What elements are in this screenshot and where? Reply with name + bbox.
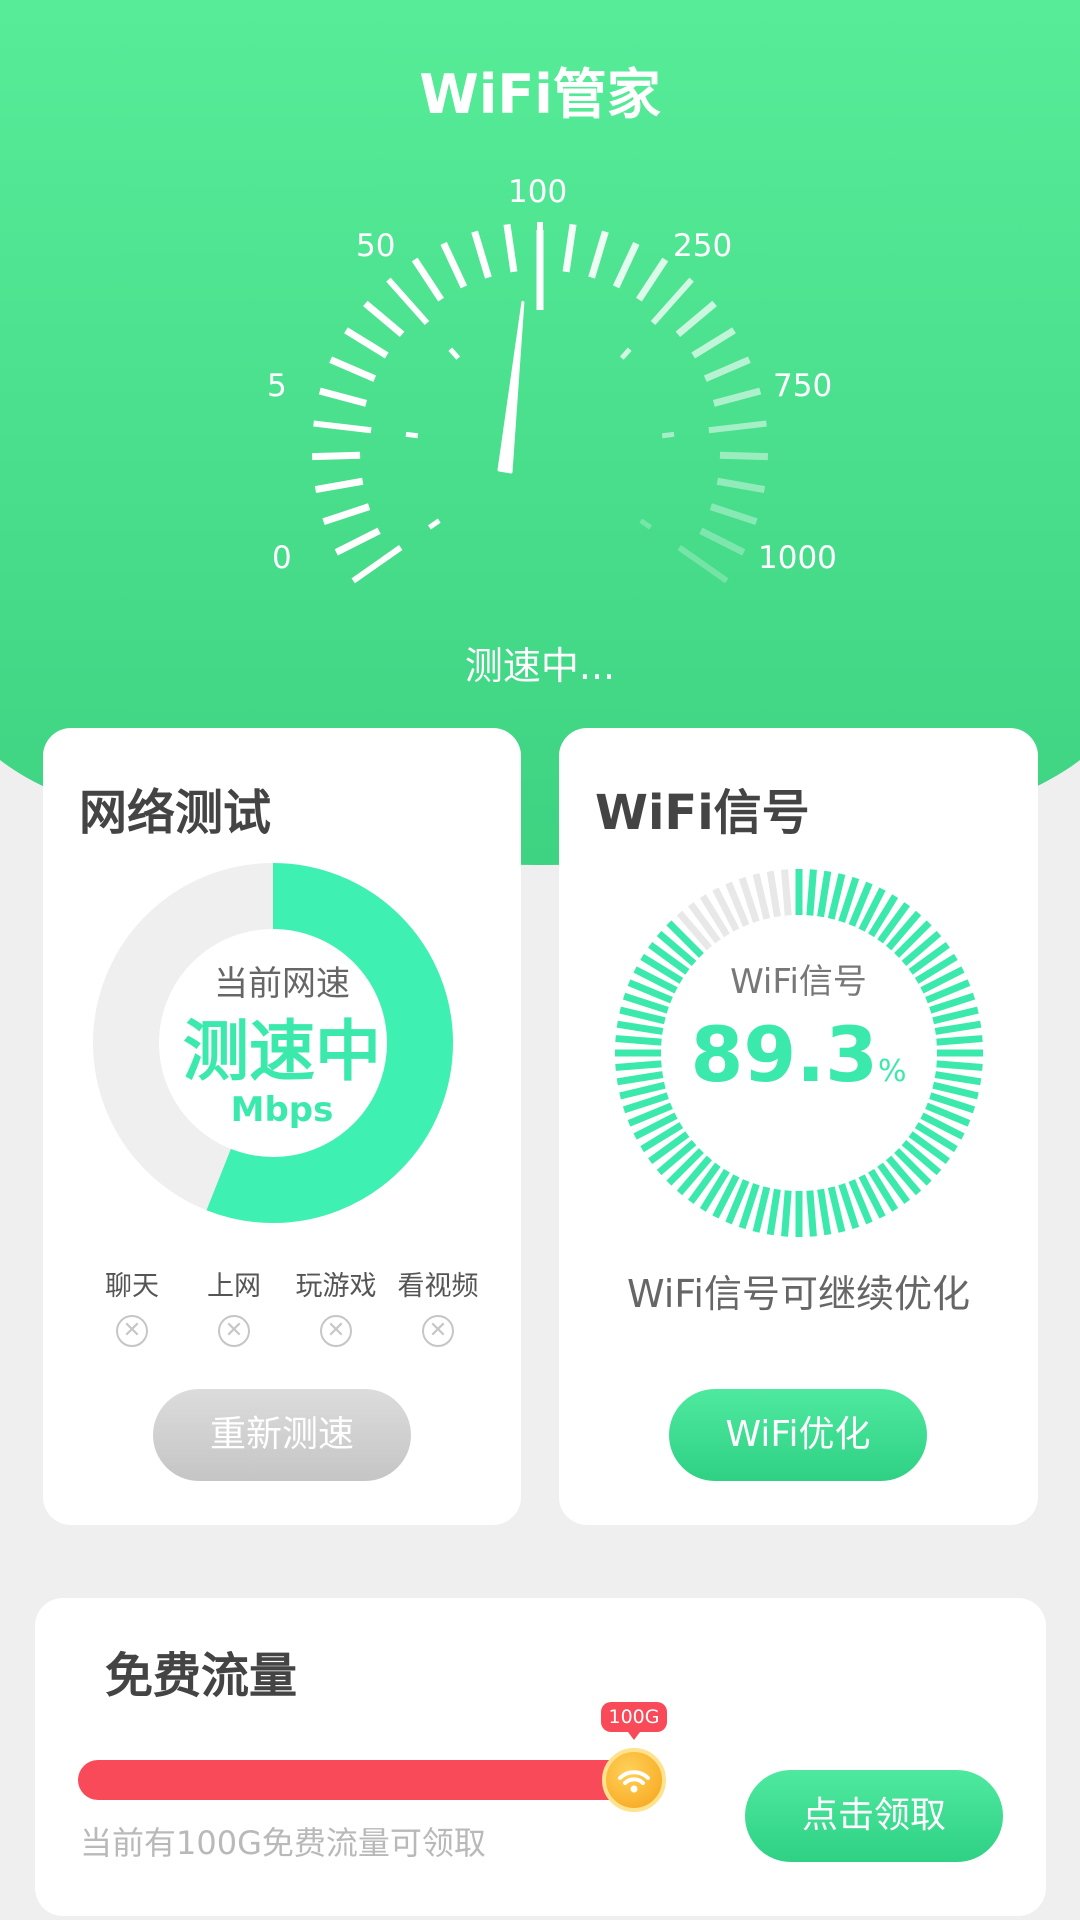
app-item-gaming: 玩游戏 ✕ xyxy=(285,1264,387,1347)
signal-tick-inactive xyxy=(752,873,771,920)
x-circle-icon: ✕ xyxy=(218,1315,250,1347)
dial-minor-mark xyxy=(661,431,675,439)
x-circle-icon: ✕ xyxy=(422,1315,454,1347)
dial-tick xyxy=(699,527,746,556)
signal-unit: % xyxy=(878,1054,907,1089)
dial-minor-mark xyxy=(639,518,653,530)
app-item-browse: 上网 ✕ xyxy=(183,1264,285,1347)
dial-minor-mark xyxy=(405,431,419,439)
signal-value-line: 89.3% xyxy=(559,1010,1038,1099)
signal-value: 89.3 xyxy=(690,1010,878,1099)
speed-needle xyxy=(497,300,525,474)
dial-tick xyxy=(562,223,577,273)
scale-label-50: 50 xyxy=(356,228,396,264)
wifi-signal-title: WiFi信号 xyxy=(595,785,810,841)
network-test-card: 网络测试 当前网速 测速中 Mbps 聊天 ✕ 上网 ✕ 玩游戏 ✕ 看视频 ✕… xyxy=(43,728,521,1525)
x-circle-icon: ✕ xyxy=(320,1315,352,1347)
wifi-knob[interactable] xyxy=(602,1748,666,1812)
app-name: 上网 xyxy=(207,1271,261,1302)
free-traffic-title: 免费流量 xyxy=(105,1648,298,1704)
app-name: 聊天 xyxy=(105,1271,159,1302)
scale-label-750: 750 xyxy=(773,368,833,404)
signal-tick-active xyxy=(817,870,832,918)
signal-tick-inactive xyxy=(766,870,781,918)
dial-minor-mark xyxy=(427,518,441,530)
signal-tick-active xyxy=(781,1190,792,1237)
app-name: 看视频 xyxy=(397,1271,479,1302)
signal-tick-active xyxy=(827,873,846,920)
dial-minor-mark xyxy=(448,347,461,360)
dial-tick xyxy=(440,241,468,289)
retest-button[interactable]: 重新测速 xyxy=(153,1389,411,1481)
dial-tick xyxy=(588,230,609,279)
dial-tick xyxy=(386,277,430,326)
signal-tick-active xyxy=(766,1188,781,1236)
signal-tick-active xyxy=(817,1188,832,1236)
scale-label-100: 100 xyxy=(508,174,568,210)
measuring-status: 测速中... xyxy=(464,644,616,688)
signal-label: WiFi信号 xyxy=(730,962,867,1002)
dial-tick xyxy=(314,477,364,494)
x-circle-icon: ✕ xyxy=(116,1315,148,1347)
dial-tick xyxy=(311,451,361,461)
dial-tick xyxy=(677,545,729,584)
traffic-progress-bar xyxy=(78,1760,638,1800)
dial-tick xyxy=(708,420,767,434)
scale-label-1000: 1000 xyxy=(758,540,837,576)
signal-tick-inactive xyxy=(781,869,792,916)
dial-tick xyxy=(503,223,518,273)
speed-unit: Mbps xyxy=(230,1090,334,1130)
dial-tick xyxy=(709,503,758,526)
signal-hint: WiFi信号可继续优化 xyxy=(627,1272,970,1316)
signal-tick-active xyxy=(806,1190,817,1237)
dial-tick xyxy=(716,477,766,494)
free-traffic-card: 免费流量 100G 当前有100G免费流量可领取 点击领取 xyxy=(35,1598,1046,1916)
scale-label-250: 250 xyxy=(673,228,733,264)
dial-tick xyxy=(411,257,445,302)
traffic-amount-badge: 100G xyxy=(601,1702,667,1740)
speedometer: 0 5 50 100 250 750 1000 xyxy=(240,160,840,600)
app-item-chat: 聊天 ✕ xyxy=(81,1264,183,1347)
dial-tick xyxy=(351,545,403,584)
dial-tick xyxy=(675,300,717,337)
dial-tick xyxy=(318,387,368,407)
wifi-signal-card: WiFi信号 WiFi信号 89.3% WiFi信号可继续优化 WiFi优化 xyxy=(559,728,1038,1525)
current-speed-value: 测速中 xyxy=(183,1013,381,1090)
app-item-video: 看视频 ✕ xyxy=(387,1264,489,1347)
wifi-icon xyxy=(618,1770,650,1793)
signal-tick-active xyxy=(806,869,817,916)
claim-button[interactable]: 点击领取 xyxy=(745,1770,1003,1862)
dial-tick xyxy=(334,527,381,556)
dial-tick xyxy=(344,327,389,359)
dial-tick xyxy=(329,356,377,382)
scale-label-0: 0 xyxy=(272,540,292,576)
dial-tick xyxy=(719,451,769,461)
dial-tick xyxy=(612,241,640,289)
dial-tick xyxy=(650,277,694,326)
dial-tick xyxy=(471,230,492,279)
scale-label-5: 5 xyxy=(267,368,287,404)
network-test-title: 网络测试 xyxy=(79,785,272,841)
app-name: 玩游戏 xyxy=(295,1271,377,1302)
dial-tick xyxy=(322,503,371,526)
dial-tick xyxy=(363,300,405,337)
dial-tick xyxy=(313,420,372,434)
app-title: WiFi管家 xyxy=(419,63,661,126)
dial-tick xyxy=(691,327,736,359)
dial-tick xyxy=(703,356,751,382)
app-quality-list: 聊天 ✕ 上网 ✕ 玩游戏 ✕ 看视频 ✕ xyxy=(81,1264,489,1347)
signal-tick-active xyxy=(752,1186,771,1233)
speedometer-dial xyxy=(311,222,769,584)
signal-tick-active xyxy=(827,1186,846,1233)
dial-tick xyxy=(712,387,762,407)
dial-tick xyxy=(635,257,669,302)
dial-minor-mark xyxy=(619,347,632,360)
wifi-optimize-button[interactable]: WiFi优化 xyxy=(669,1389,927,1481)
free-traffic-description: 当前有100G免费流量可领取 xyxy=(80,1824,486,1862)
